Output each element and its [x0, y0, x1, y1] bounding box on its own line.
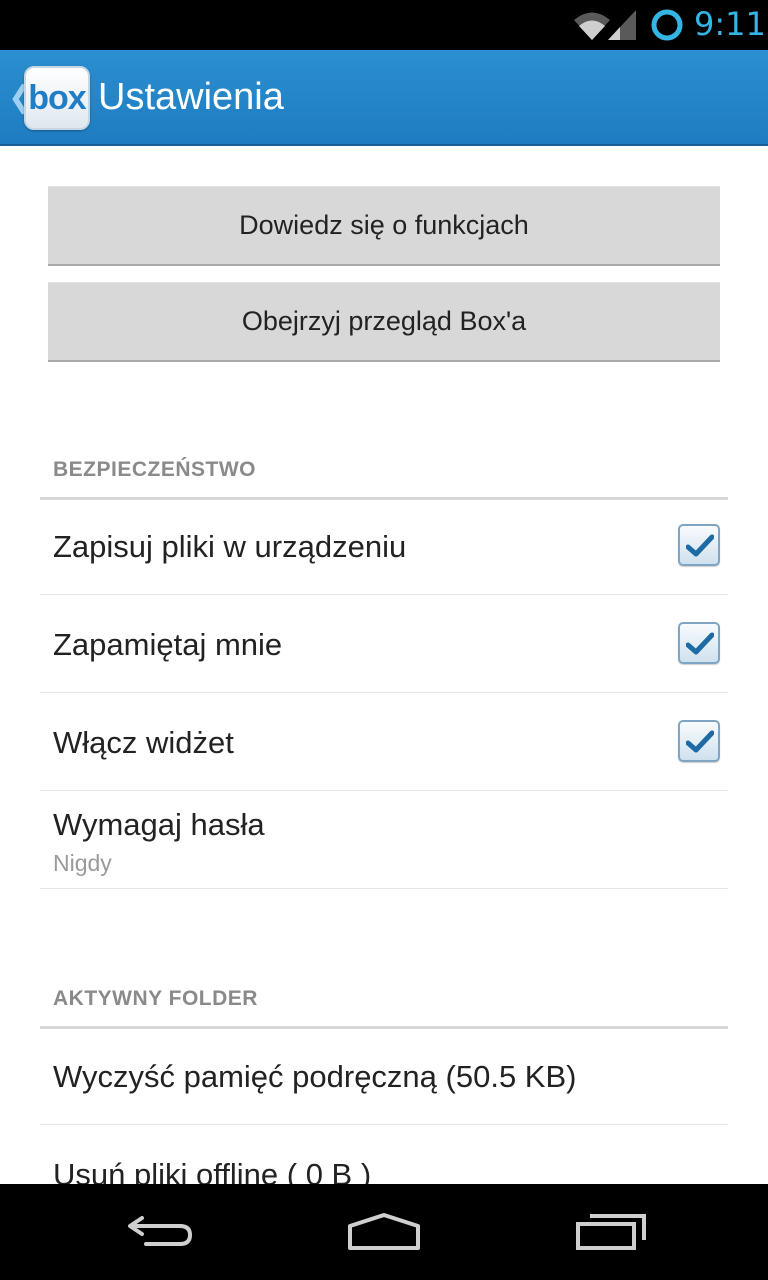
save-files-checkbox[interactable]: [678, 524, 720, 566]
recent-apps-icon[interactable]: [574, 1212, 648, 1252]
settings-list[interactable]: Dowiedz się o funkcjach Obejrzyj przeglą…: [0, 146, 768, 1184]
signal-icon: [608, 10, 636, 40]
pref-remember-me[interactable]: Zapamiętaj mnie: [40, 595, 728, 693]
pref-require-password[interactable]: Wymagaj hasła Nigdy: [40, 791, 728, 889]
navigation-bar: [0, 1184, 768, 1280]
section-header-label: BEZPIECZEŃSTWO: [53, 458, 257, 481]
app-logo[interactable]: box: [24, 66, 90, 130]
checkmark-icon: [686, 730, 714, 753]
pref-label: Wymagaj hasła: [53, 807, 265, 842]
page-title: Ustawienia: [98, 76, 284, 118]
status-bar: 9:11: [0, 0, 768, 50]
status-time: 9:11: [694, 5, 766, 43]
remember-me-checkbox[interactable]: [678, 622, 720, 664]
pref-clear-cache[interactable]: Wyczyść pamięć podręczną (50.5 KB): [40, 1026, 728, 1125]
pref-label: Zapisuj pliki w urządzeniu: [53, 529, 407, 564]
pref-label: Włącz widżet: [53, 725, 234, 760]
watch-overview-button[interactable]: Obejrzyj przegląd Box'a: [48, 282, 720, 362]
pref-save-files[interactable]: Zapisuj pliki w urządzeniu: [40, 496, 728, 595]
section-header-label: AKTYWNY FOLDER: [53, 987, 258, 1010]
sync-icon: [651, 9, 683, 41]
pref-label: Zapamiętaj mnie: [53, 627, 283, 662]
enable-widget-checkbox[interactable]: [678, 720, 720, 762]
section-header-security: BEZPIECZEŃSTWO: [40, 458, 728, 500]
pref-label: Wyczyść pamięć podręczną (50.5 KB): [53, 1059, 577, 1094]
section-header-active-folder: AKTYWNY FOLDER: [40, 987, 728, 1029]
home-icon[interactable]: [346, 1212, 422, 1252]
pref-label: Usuń pliki offline ( 0 B ): [53, 1157, 372, 1184]
pref-summary: Nigdy: [53, 850, 112, 876]
checkmark-icon: [686, 534, 714, 557]
back-icon[interactable]: [124, 1212, 196, 1252]
pref-delete-offline[interactable]: Usuń pliki offline ( 0 B ): [40, 1125, 728, 1184]
learn-features-button[interactable]: Dowiedz się o funkcjach: [48, 186, 720, 266]
action-bar: ❮ box Ustawienia: [0, 50, 768, 146]
checkmark-icon: [686, 632, 714, 655]
pref-enable-widget[interactable]: Włącz widżet: [40, 693, 728, 791]
app-logo-text: box: [28, 78, 86, 117]
